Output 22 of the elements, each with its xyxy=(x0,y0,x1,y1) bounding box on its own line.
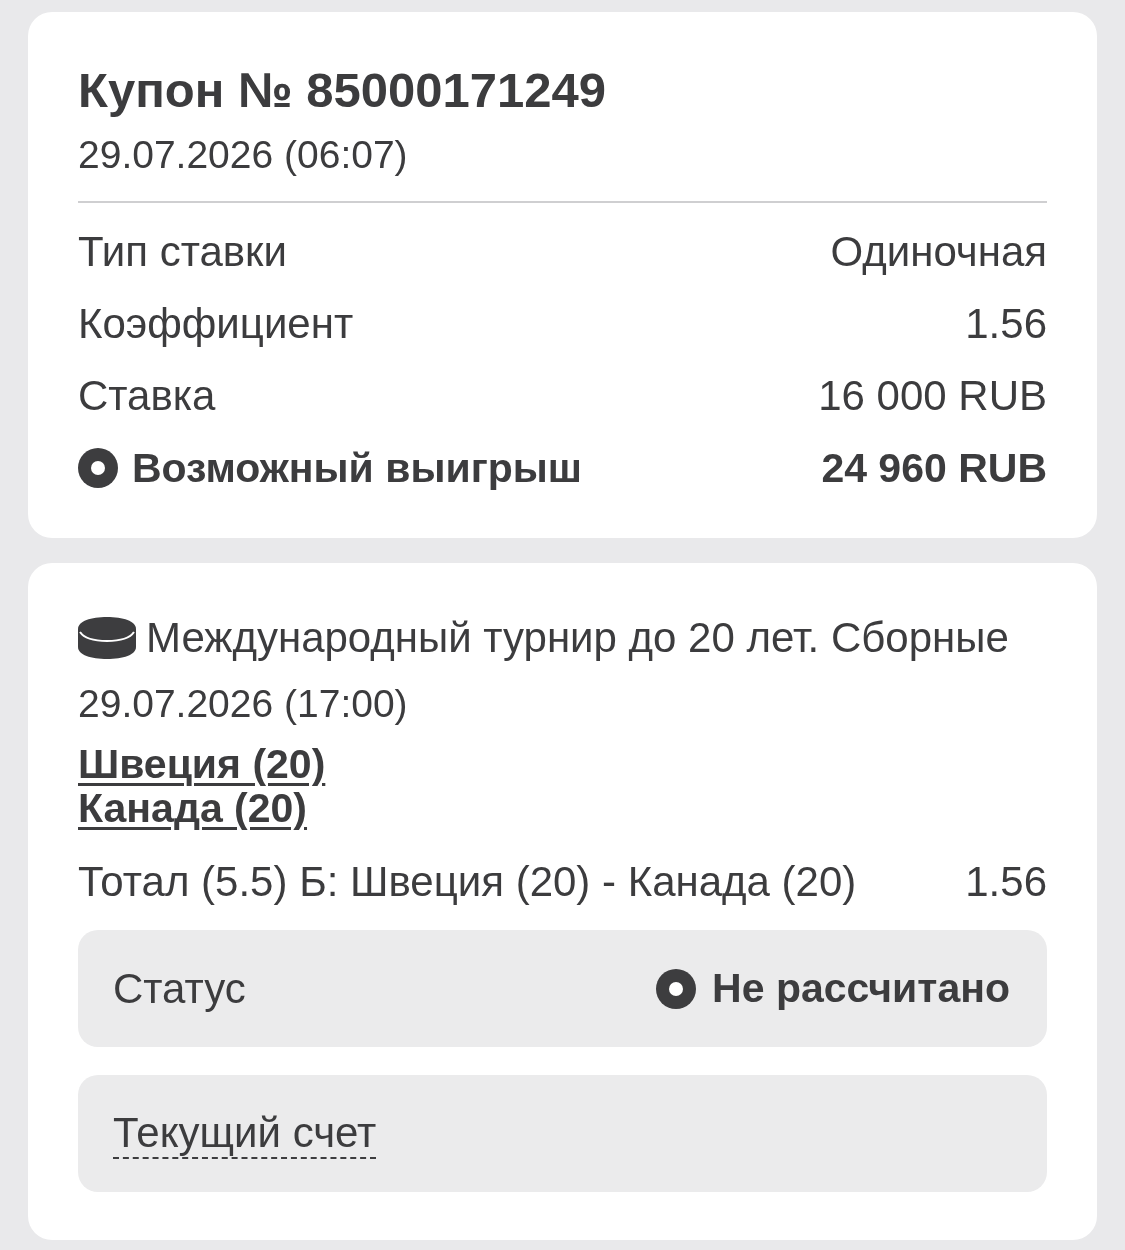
ring-dot-icon xyxy=(78,448,118,488)
status-label: Статус xyxy=(113,964,246,1013)
event-date: 29.07.2026 (17:00) xyxy=(78,681,409,727)
possible-win-label: Возможный выигрыш xyxy=(132,444,582,492)
detail-label: Ставка xyxy=(78,372,216,420)
detail-label: Коэффициент xyxy=(78,300,354,348)
ring-dot-icon xyxy=(656,968,697,1009)
possible-win-value: 24 960 RUB xyxy=(821,444,1047,492)
team-link[interactable]: Швеция (20) xyxy=(78,742,326,786)
detail-value: 16 000 RUB xyxy=(818,372,1047,420)
current-score-link[interactable]: Текущий счет xyxy=(113,1108,377,1159)
detail-value: 1.56 xyxy=(965,300,1047,348)
tournament-name: Международный турнир до 20 лет. Сборные xyxy=(146,613,1009,663)
bet-odds: 1.56 xyxy=(965,857,1047,907)
coupon-date: 29.07.2026 (06:07) xyxy=(78,132,409,178)
team-link[interactable]: Канада (20) xyxy=(78,786,308,830)
hockey-puck-icon xyxy=(78,617,136,659)
detail-value: Одиночная xyxy=(830,228,1047,276)
detail-label: Тип ставки xyxy=(78,228,287,276)
coupon-title: Купон № 85000171249 xyxy=(78,62,607,119)
status-value: Не рассчитано xyxy=(712,965,1010,1012)
bet-market: Тотал (5.5) Б: Швеция (20) - Канада (20) xyxy=(78,857,857,907)
